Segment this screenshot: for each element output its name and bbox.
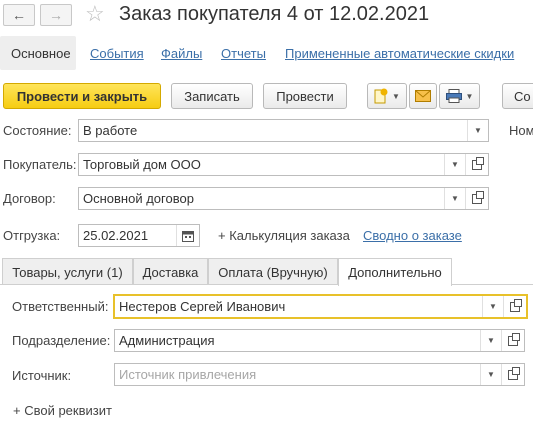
chevron-down-icon[interactable]: ▼ xyxy=(482,296,503,317)
tab-reports[interactable]: Отчеты xyxy=(221,46,266,61)
open-icon xyxy=(510,298,522,312)
shipment-date-input[interactable]: 25.02.2021 xyxy=(78,224,200,247)
open-source-button[interactable] xyxy=(501,364,524,385)
responsible-field[interactable]: Нестеров Сергей Иванович ▼ xyxy=(113,294,528,319)
contract-field[interactable]: Основной договор ▼ xyxy=(78,187,489,210)
tab-additional[interactable]: Дополнительно xyxy=(338,258,452,286)
chevron-down-icon: ▼ xyxy=(392,91,400,101)
star-icon[interactable]: ☆ xyxy=(85,1,105,27)
department-field[interactable]: Администрация ▼ xyxy=(114,329,525,352)
inner-tabs: Товары, услуги (1) Доставка Оплата (Вруч… xyxy=(0,258,533,286)
open-buyer-button[interactable] xyxy=(465,154,488,175)
document-create-icon xyxy=(374,88,388,104)
calculation-link[interactable]: + Калькуляция заказа xyxy=(218,228,350,243)
responsible-label: Ответственный: xyxy=(12,299,109,314)
tab-events[interactable]: События xyxy=(90,46,144,61)
buyer-value: Торговый дом ООО xyxy=(83,157,201,172)
page-title: Заказ покупателя 4 от 12.02.2021 xyxy=(119,3,430,25)
email-button[interactable] xyxy=(409,83,437,109)
state-select[interactable]: В работе ▼ xyxy=(78,119,489,142)
open-icon xyxy=(508,332,520,346)
add-custom-property-link[interactable]: + Свой реквизит xyxy=(13,403,112,418)
calendar-icon xyxy=(182,230,194,242)
contract-value: Основной договор xyxy=(83,191,194,206)
post-and-close-button[interactable]: Провести и закрыть xyxy=(3,83,161,109)
buyer-field[interactable]: Торговый дом ООО ▼ xyxy=(78,153,489,176)
print-button[interactable]: ▼ xyxy=(439,83,480,109)
toolbar: Провести и закрыть Записать Провести ▼ ▼… xyxy=(0,83,533,111)
source-field[interactable]: Источник привлечения ▼ xyxy=(114,363,525,386)
post-button[interactable]: Провести xyxy=(263,83,347,109)
source-label: Источник: xyxy=(12,368,72,383)
buyer-label: Покупатель: xyxy=(3,157,77,172)
title-bar: ← → ☆ Заказ покупателя 4 от 12.02.2021 xyxy=(0,0,533,32)
chevron-down-icon[interactable]: ▼ xyxy=(444,154,465,175)
save-button[interactable]: Записать xyxy=(171,83,253,109)
more-button[interactable]: Со xyxy=(502,83,533,109)
tab-delivery[interactable]: Доставка xyxy=(133,258,208,285)
open-department-button[interactable] xyxy=(501,330,524,351)
tab-goods-services[interactable]: Товары, услуги (1) xyxy=(2,258,133,285)
tab-files[interactable]: Файлы xyxy=(161,46,202,61)
arrow-left-icon: ← xyxy=(12,7,26,23)
back-button[interactable]: ← xyxy=(3,4,35,26)
open-responsible-button[interactable] xyxy=(503,296,526,317)
number-label: Ном xyxy=(509,123,533,138)
open-icon xyxy=(508,366,520,380)
create-based-on-button[interactable]: ▼ xyxy=(367,83,407,109)
open-icon xyxy=(472,190,484,204)
forward-button[interactable]: → xyxy=(40,4,72,26)
calendar-button[interactable] xyxy=(176,225,199,246)
shipment-date-value: 25.02.2021 xyxy=(83,228,149,243)
tab-auto-discounts[interactable]: Примененные автоматические скидки xyxy=(285,46,514,61)
chevron-down-icon[interactable]: ▼ xyxy=(467,120,488,141)
tab-main[interactable]: Основное xyxy=(0,36,76,70)
source-placeholder: Источник привлечения xyxy=(119,367,257,382)
open-icon xyxy=(472,156,484,170)
arrow-right-icon: → xyxy=(49,7,63,23)
printer-icon xyxy=(445,89,462,103)
state-label: Состояние: xyxy=(3,123,72,138)
contract-label: Договор: xyxy=(3,191,56,206)
chevron-down-icon[interactable]: ▼ xyxy=(444,188,465,209)
state-value: В работе xyxy=(83,123,138,138)
open-contract-button[interactable] xyxy=(465,188,488,209)
department-value: Администрация xyxy=(119,333,215,348)
shipment-label: Отгрузка: xyxy=(3,228,61,243)
form-tabs: Основное События Файлы Отчеты Примененны… xyxy=(0,36,533,70)
tab-divider xyxy=(0,284,533,285)
order-summary-link[interactable]: Сводно о заказе xyxy=(363,228,462,243)
chevron-down-icon: ▼ xyxy=(465,91,474,101)
active-tab-gap xyxy=(339,283,451,285)
tab-payment[interactable]: Оплата (Вручную) xyxy=(208,258,338,285)
department-label: Подразделение: xyxy=(12,333,111,348)
chevron-down-icon[interactable]: ▼ xyxy=(480,330,501,351)
envelope-icon xyxy=(415,90,431,102)
chevron-down-icon[interactable]: ▼ xyxy=(480,364,501,385)
responsible-value: Нестеров Сергей Иванович xyxy=(119,299,286,314)
